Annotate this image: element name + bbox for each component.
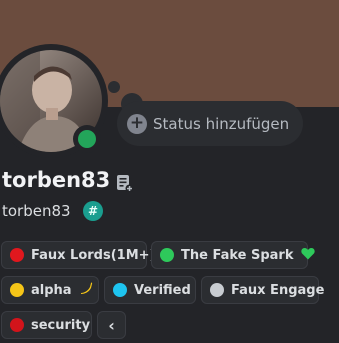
role-label: alpha bbox=[31, 282, 72, 298]
add-status-label: Status hinzufügen bbox=[153, 114, 290, 133]
role-color-dot bbox=[10, 248, 24, 262]
role-color-dot bbox=[113, 283, 127, 297]
role-label: The Fake Spark bbox=[181, 247, 294, 263]
green-heart-icon bbox=[300, 247, 315, 264]
role-color-dot bbox=[10, 283, 24, 297]
thought-bubble-small bbox=[108, 81, 120, 93]
hash-glyph: # bbox=[87, 204, 99, 218]
flexed-arm-icon bbox=[79, 281, 93, 299]
note-icon[interactable] bbox=[114, 173, 134, 193]
collapse-roles-button[interactable]: ‹ bbox=[97, 311, 126, 339]
role-color-dot bbox=[160, 248, 174, 262]
hash-icon[interactable]: # bbox=[83, 201, 103, 221]
role-label: Faux Lords(1M+) bbox=[31, 247, 156, 263]
plus-icon: + bbox=[127, 113, 147, 134]
add-status-button[interactable]: + Status hinzufügen bbox=[117, 101, 303, 146]
display-name: torben83 bbox=[2, 168, 111, 192]
role-pill-security[interactable]: security bbox=[1, 311, 92, 339]
role-pill-alpha[interactable]: alpha bbox=[1, 276, 99, 304]
username: torben83 bbox=[2, 202, 71, 220]
role-label: Faux Engage bbox=[231, 282, 325, 298]
role-label: security bbox=[31, 317, 91, 333]
role-label: Verified bbox=[134, 282, 191, 298]
role-color-dot bbox=[210, 283, 224, 297]
online-dot bbox=[78, 130, 96, 148]
role-pill-faux-engage[interactable]: Faux Engage bbox=[201, 276, 324, 304]
online-status-indicator bbox=[73, 125, 101, 153]
role-color-dot bbox=[10, 318, 24, 332]
role-pill-faux-lords[interactable]: Faux Lords(1M+) bbox=[1, 241, 155, 269]
role-pill-the-fake-spark[interactable]: The Fake Spark bbox=[151, 241, 315, 269]
chevron-left-icon: ‹ bbox=[108, 315, 115, 335]
role-pill-verified[interactable]: Verified bbox=[104, 276, 196, 304]
